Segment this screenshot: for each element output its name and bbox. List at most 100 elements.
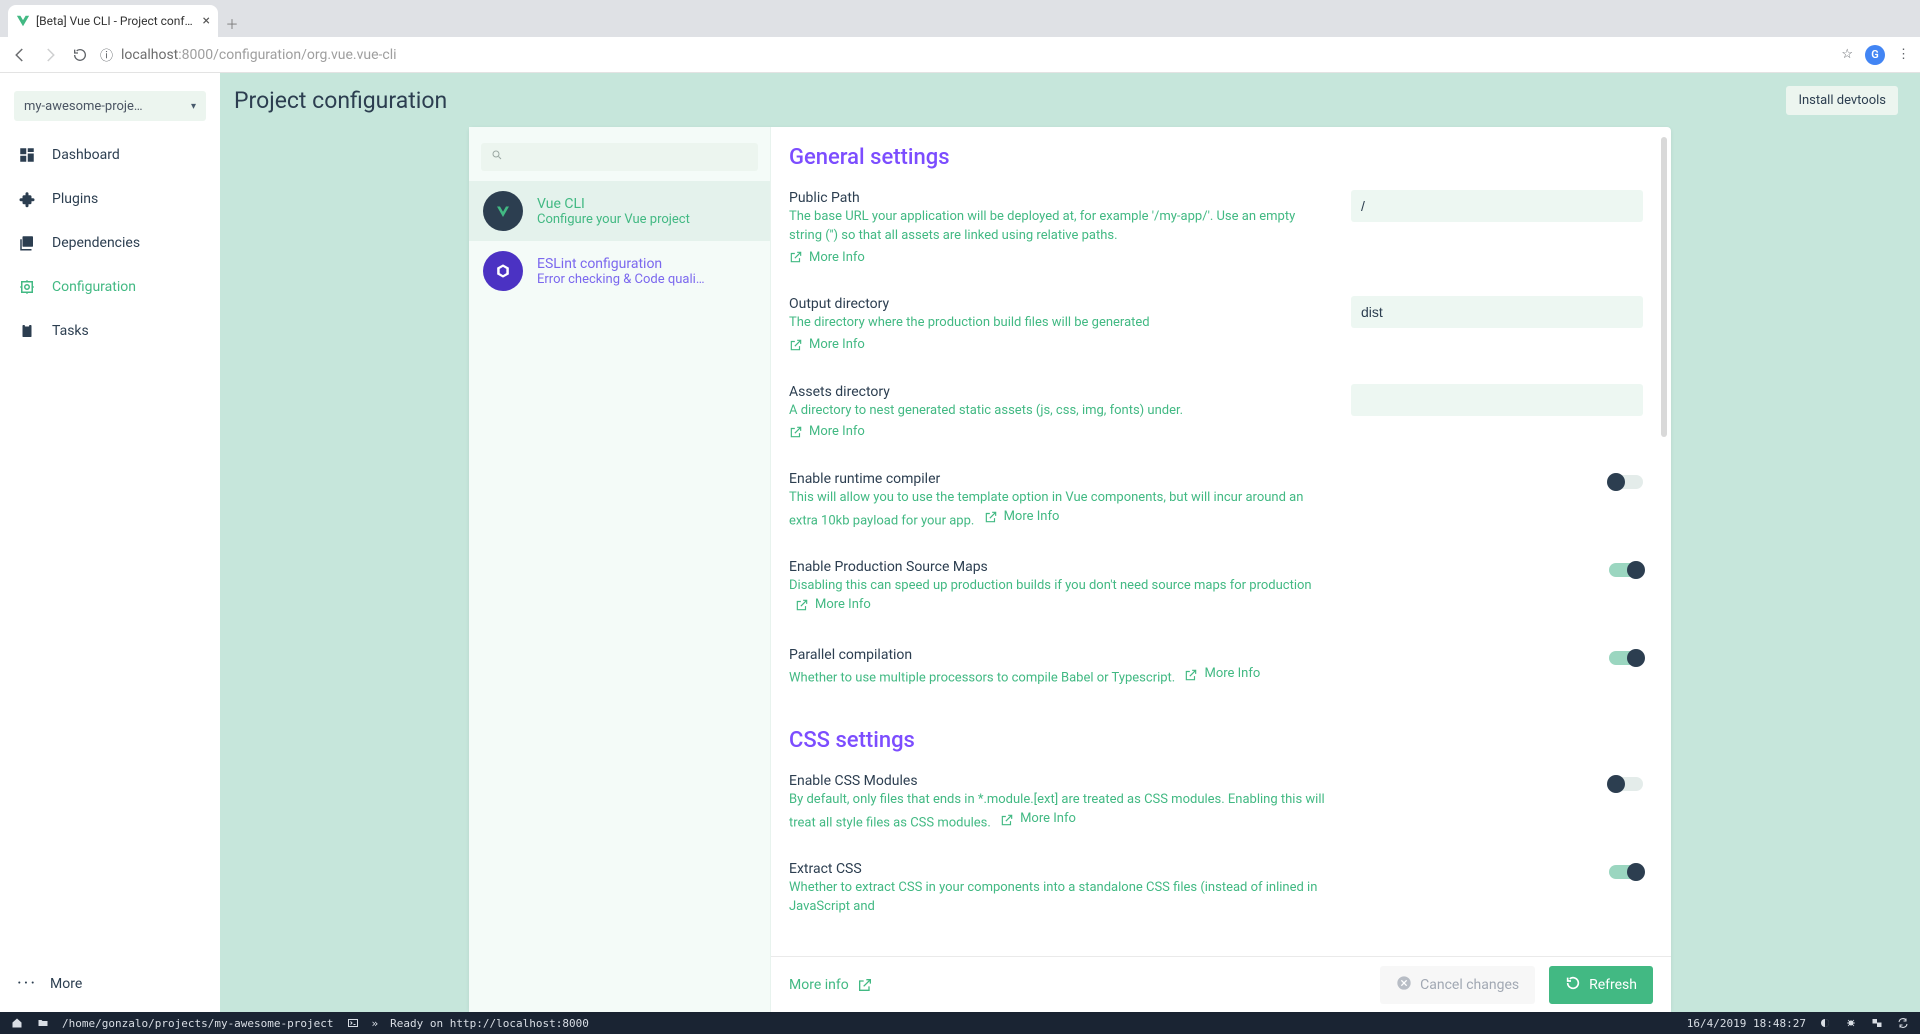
clipboard-icon bbox=[18, 322, 36, 340]
setting-desc: Whether to use multiple processors to co… bbox=[789, 665, 1331, 688]
scrollbar[interactable] bbox=[1661, 137, 1667, 437]
sidebar-item-label: Dashboard bbox=[52, 147, 120, 163]
more-info-link[interactable]: More Info bbox=[789, 424, 865, 439]
setting-label: Output directory bbox=[789, 296, 1331, 312]
home-icon[interactable] bbox=[10, 1016, 24, 1030]
contrast-icon[interactable] bbox=[1818, 1016, 1832, 1030]
toggle-production-sourcemaps[interactable] bbox=[1609, 563, 1643, 577]
setting-assets-directory: Assets directory A directory to nest gen… bbox=[789, 384, 1651, 443]
browser-tabstrip: [Beta] Vue CLI - Project conf… × ＋ bbox=[0, 0, 1920, 37]
site-info-icon[interactable]: ⓘ bbox=[100, 45, 113, 64]
sync-icon[interactable] bbox=[1896, 1016, 1910, 1030]
sidebar-item-tasks[interactable]: Tasks bbox=[0, 309, 220, 353]
config-list: Vue CLI Configure your Vue project ESLin… bbox=[469, 127, 771, 1012]
star-icon[interactable]: ☆ bbox=[1841, 47, 1853, 62]
collections-icon bbox=[18, 234, 36, 252]
more-info-link[interactable]: More Info bbox=[1000, 810, 1076, 829]
browser-actions: ☆ G ⋮ bbox=[1841, 45, 1910, 65]
setting-desc: The directory where the production build… bbox=[789, 314, 1331, 333]
bug-icon[interactable] bbox=[1844, 1016, 1858, 1030]
setting-label: Enable runtime compiler bbox=[789, 471, 1331, 487]
setting-label: Assets directory bbox=[789, 384, 1331, 400]
sidebar-nav: Dashboard Plugins Dependencies Configura… bbox=[0, 133, 220, 353]
config-search[interactable] bbox=[481, 143, 758, 171]
section-title-general: General settings bbox=[789, 145, 1651, 170]
setting-desc: Disabling this can speed up production b… bbox=[789, 577, 1331, 619]
address-bar[interactable]: ⓘ localhost:8000/configuration/org.vue.v… bbox=[100, 45, 1831, 64]
section-title-css: CSS settings bbox=[789, 728, 1651, 753]
settings-alt-icon bbox=[18, 278, 36, 296]
config-item-eslint[interactable]: ESLint configuration Error checking & Co… bbox=[469, 241, 770, 301]
taskbar-path[interactable]: /home/gonzalo/projects/my-awesome-projec… bbox=[62, 1017, 334, 1030]
setting-label: Parallel compilation bbox=[789, 647, 1331, 663]
setting-output-directory: Output directory The directory where the… bbox=[789, 296, 1651, 355]
input-output-directory[interactable] bbox=[1351, 296, 1643, 328]
new-tab-button[interactable]: ＋ bbox=[218, 9, 246, 37]
sidebar-item-dependencies[interactable]: Dependencies bbox=[0, 221, 220, 265]
content: Vue CLI Configure your Vue project ESLin… bbox=[220, 127, 1920, 1012]
footer-more-info-link[interactable]: More info bbox=[789, 977, 873, 993]
translate-icon[interactable] bbox=[1870, 1016, 1884, 1030]
sidebar-item-label: Configuration bbox=[52, 279, 136, 295]
app-root: my-awesome-proje… ▾ Dashboard Plugins bbox=[0, 73, 1920, 1012]
setting-label: Public Path bbox=[789, 190, 1331, 206]
sidebar-item-label: Dependencies bbox=[52, 235, 140, 251]
folder-icon[interactable] bbox=[36, 1016, 50, 1030]
more-info-link[interactable]: More Info bbox=[789, 337, 865, 352]
browser-tab[interactable]: [Beta] Vue CLI - Project conf… × bbox=[8, 5, 218, 37]
dashboard-icon bbox=[18, 146, 36, 164]
vue-cli-icon bbox=[483, 191, 523, 231]
toggle-parallel-compilation[interactable] bbox=[1609, 651, 1643, 665]
refresh-button[interactable]: Refresh bbox=[1549, 966, 1653, 1004]
setting-label: Enable Production Source Maps bbox=[789, 559, 1331, 575]
setting-css-modules: Enable CSS Modules By default, only file… bbox=[789, 773, 1651, 833]
input-public-path[interactable] bbox=[1351, 190, 1643, 222]
eslint-icon bbox=[483, 251, 523, 291]
cancel-changes-button[interactable]: Cancel changes bbox=[1380, 966, 1535, 1004]
vue-favicon-icon bbox=[16, 14, 30, 28]
chevron-down-icon: ▾ bbox=[191, 101, 196, 112]
setting-production-sourcemaps: Enable Production Source Maps Disabling … bbox=[789, 559, 1651, 619]
project-selector[interactable]: my-awesome-proje… ▾ bbox=[14, 91, 206, 121]
refresh-icon bbox=[1565, 975, 1581, 995]
terminal-icon[interactable] bbox=[346, 1016, 360, 1030]
setting-desc: A directory to nest generated static ass… bbox=[789, 402, 1331, 421]
close-icon[interactable]: × bbox=[203, 13, 210, 29]
toggle-extract-css[interactable] bbox=[1609, 865, 1643, 879]
toggle-runtime-compiler[interactable] bbox=[1609, 475, 1643, 489]
sidebar-more[interactable]: ··· More bbox=[0, 973, 220, 1012]
toggle-css-modules[interactable] bbox=[1609, 777, 1643, 791]
sidebar-item-dashboard[interactable]: Dashboard bbox=[0, 133, 220, 177]
config-item-vue-cli[interactable]: Vue CLI Configure your Vue project bbox=[469, 181, 770, 241]
settings-panel: General settings Public Path The base UR… bbox=[771, 127, 1671, 1012]
setting-desc: By default, only files that ends in *.mo… bbox=[789, 791, 1331, 833]
sidebar: my-awesome-proje… ▾ Dashboard Plugins bbox=[0, 73, 220, 1012]
settings-scroll[interactable]: General settings Public Path The base UR… bbox=[771, 127, 1671, 956]
kebab-menu-icon[interactable]: ⋮ bbox=[1897, 47, 1910, 62]
more-info-link[interactable]: More Info bbox=[984, 508, 1060, 527]
config-item-title: ESLint configuration bbox=[537, 256, 705, 272]
os-taskbar: /home/gonzalo/projects/my-awesome-projec… bbox=[0, 1012, 1920, 1034]
topbar: Project configuration Install devtools bbox=[220, 73, 1920, 127]
taskbar-term-prefix: » bbox=[372, 1017, 379, 1030]
profile-avatar[interactable]: G bbox=[1865, 45, 1885, 65]
config-item-title: Vue CLI bbox=[537, 196, 690, 212]
install-devtools-button[interactable]: Install devtools bbox=[1786, 86, 1898, 115]
config-card: Vue CLI Configure your Vue project ESLin… bbox=[469, 127, 1671, 1012]
sidebar-item-plugins[interactable]: Plugins bbox=[0, 177, 220, 221]
taskbar-terminal-text: Ready on http://localhost:8000 bbox=[390, 1017, 589, 1030]
forward-icon[interactable] bbox=[40, 45, 60, 65]
config-search-input[interactable] bbox=[511, 150, 748, 165]
more-icon: ··· bbox=[18, 973, 36, 994]
back-icon[interactable] bbox=[10, 45, 30, 65]
input-assets-directory[interactable] bbox=[1351, 384, 1643, 416]
more-info-link[interactable]: More Info bbox=[1184, 665, 1260, 684]
more-info-link[interactable]: More Info bbox=[789, 250, 865, 265]
config-item-desc: Configure your Vue project bbox=[537, 212, 690, 227]
reload-icon[interactable] bbox=[70, 45, 90, 65]
more-info-link[interactable]: More Info bbox=[795, 596, 871, 615]
taskbar-datetime: 16/4/2019 18:48:27 bbox=[1687, 1017, 1806, 1030]
sidebar-item-configuration[interactable]: Configuration bbox=[0, 265, 220, 309]
setting-desc: This will allow you to use the template … bbox=[789, 489, 1331, 531]
url-text: localhost:8000/configuration/org.vue.vue… bbox=[121, 47, 397, 63]
